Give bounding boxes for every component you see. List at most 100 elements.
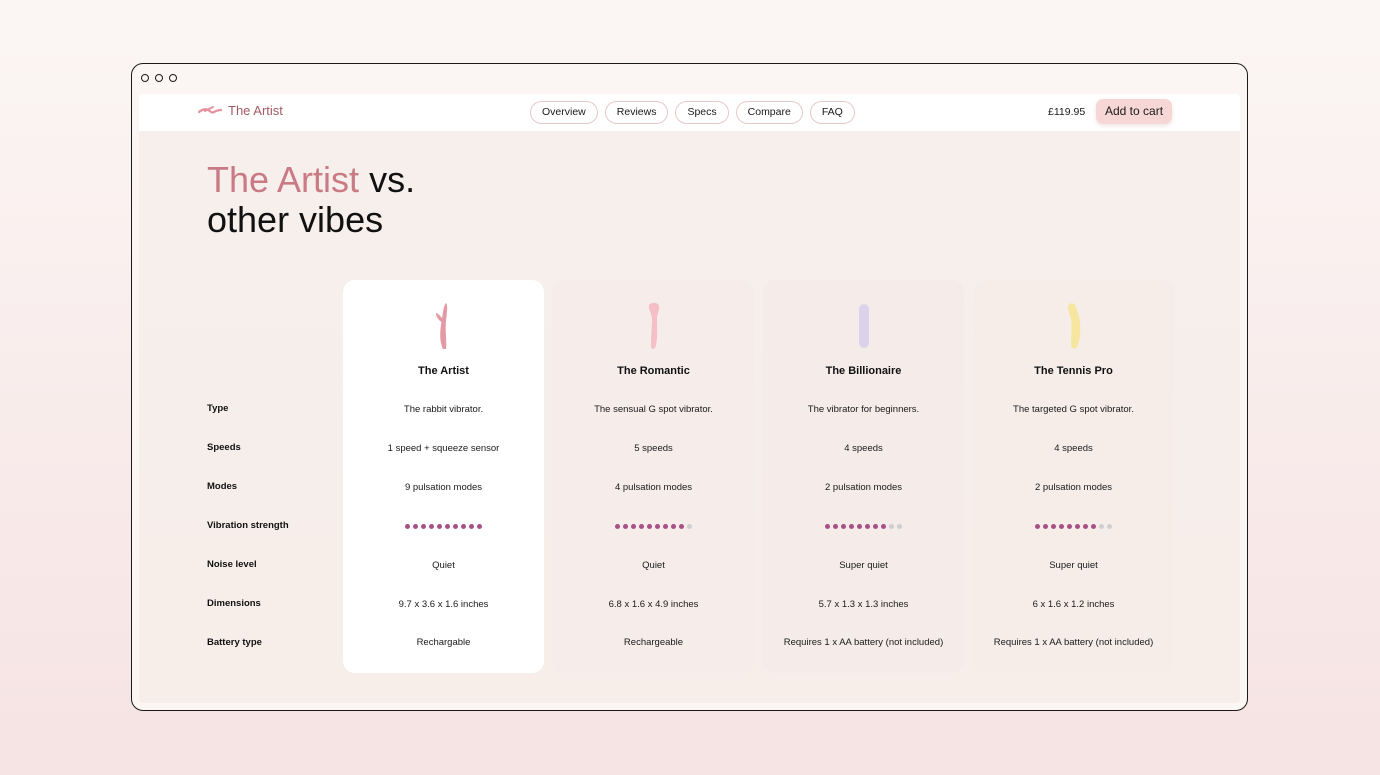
strength-dot-filled [1059, 524, 1064, 529]
cell-modes: 2 pulsation modes [1034, 482, 1113, 493]
cell-battery-type: Rechargeable [623, 637, 684, 648]
vibration-strength-meter [763, 524, 964, 529]
strength-dot-filled [461, 524, 466, 529]
cell-dimensions: 9.7 x 3.6 x 1.6 inches [398, 599, 489, 610]
tab-faq[interactable]: FAQ [809, 101, 855, 124]
strength-dot-filled [647, 524, 652, 529]
row-label-battery-type: Battery type [207, 637, 262, 648]
strength-dot-filled [445, 524, 450, 529]
strength-dot-filled [841, 524, 846, 529]
title-rest: vs. [359, 159, 416, 200]
strength-dot-filled [833, 524, 838, 529]
row-label-modes: Modes [207, 481, 238, 492]
strength-dot-filled [405, 524, 410, 529]
product-name-the-romantic: The Romantic [617, 365, 690, 377]
cell-modes: 4 pulsation modes [614, 482, 693, 493]
cell-type: The vibrator for beginners. [807, 404, 920, 415]
cell-noise-level: Quiet [642, 560, 665, 571]
strength-dot-empty [889, 524, 894, 529]
strength-dot-empty [1107, 524, 1112, 529]
strength-dot-filled [857, 524, 862, 529]
row-label-vibration-strength: Vibration strength [207, 520, 289, 531]
strength-dot-filled [477, 524, 482, 529]
strength-dot-filled [655, 524, 660, 529]
cell-type: The sensual G spot vibrator. [594, 404, 713, 415]
strength-dot-filled [1035, 524, 1040, 529]
add-to-cart-button[interactable]: Add to cart [1096, 99, 1173, 124]
strength-dot-filled [1043, 524, 1048, 529]
strength-dot-empty [687, 524, 692, 529]
strength-dot-filled [469, 524, 474, 529]
title-accent: The Artist [207, 159, 360, 200]
tab-overview[interactable]: Overview [530, 101, 598, 124]
top-navbar: The Artist Overview Reviews Specs Compar… [139, 94, 1240, 131]
strength-dot-filled [639, 524, 644, 529]
strength-dot-filled [663, 524, 668, 529]
tab-compare[interactable]: Compare [735, 101, 803, 124]
squiggle-logo-icon [198, 105, 222, 114]
cell-speeds: 1 speed + squeeze sensor [387, 443, 500, 454]
curved-vibrator-icon [1068, 303, 1081, 349]
bullet-vibrator-icon [859, 304, 869, 348]
title-line-2: other vibes [207, 199, 384, 240]
page-content: The Artist Overview Reviews Specs Compar… [139, 94, 1240, 703]
strength-dot-filled [679, 524, 684, 529]
cell-dimensions: 6.8 x 1.6 x 4.9 inches [608, 599, 699, 610]
price-label: £119.95 [1048, 106, 1086, 118]
strength-dot-filled [1091, 524, 1096, 529]
strength-dot-empty [897, 524, 902, 529]
product-name-the-billionaire: The Billionaire [825, 365, 902, 377]
cell-speeds: 5 speeds [634, 443, 673, 454]
section-tabs: Overview Reviews Specs Compare FAQ [530, 101, 855, 124]
row-label-speeds: Speeds [207, 442, 241, 453]
vibration-strength-meter [343, 524, 544, 529]
strength-dot-filled [881, 524, 886, 529]
strength-dot-filled [453, 524, 458, 529]
row-label-dimensions: Dimensions [207, 598, 261, 609]
strength-dot-filled [1075, 524, 1080, 529]
vibration-strength-meter [553, 524, 754, 529]
strength-dot-filled [437, 524, 442, 529]
cell-type: The targeted G spot vibrator. [1013, 404, 1134, 415]
vibration-strength-meter [973, 524, 1174, 529]
cell-noise-level: Quiet [432, 560, 455, 571]
strength-dot-filled [413, 524, 418, 529]
cell-noise-level: Super quiet [839, 560, 888, 571]
tab-reviews[interactable]: Reviews [604, 101, 669, 124]
strength-dot-filled [631, 524, 636, 529]
strength-dot-filled [825, 524, 830, 529]
page-title: The Artist vs. other vibes [207, 160, 415, 240]
strength-dot-filled [1083, 524, 1088, 529]
cell-speeds: 4 speeds [1054, 443, 1093, 454]
window-controls [141, 74, 177, 82]
tab-specs[interactable]: Specs [675, 101, 729, 124]
row-label-type: Type [207, 403, 229, 414]
cell-modes: 9 pulsation modes [404, 482, 483, 493]
cell-type: The rabbit vibrator. [403, 404, 484, 415]
cell-dimensions: 6 x 1.6 x 1.2 inches [1032, 599, 1115, 610]
strength-dot-empty [1099, 524, 1104, 529]
cell-noise-level: Super quiet [1049, 560, 1098, 571]
strength-dot-filled [615, 524, 620, 529]
cell-battery-type: Requires 1 x AA battery (not included) [993, 637, 1154, 648]
strength-dot-filled [849, 524, 854, 529]
row-label-noise-level: Noise level [207, 559, 257, 570]
rabbit-vibrator-icon [436, 303, 448, 349]
maximize-window-icon[interactable] [169, 74, 177, 82]
strength-dot-filled [873, 524, 878, 529]
g-spot-vibrator-icon [648, 302, 660, 349]
strength-dot-filled [1067, 524, 1072, 529]
browser-window: The Artist Overview Reviews Specs Compar… [131, 63, 1248, 711]
brand-link[interactable]: The Artist [198, 103, 283, 118]
product-name-the-artist: The Artist [418, 365, 469, 377]
cell-speeds: 4 speeds [844, 443, 883, 454]
brand-name: The Artist [228, 103, 283, 118]
cell-battery-type: Rechargable [416, 637, 471, 648]
close-window-icon[interactable] [141, 74, 149, 82]
strength-dot-filled [623, 524, 628, 529]
cell-dimensions: 5.7 x 1.3 x 1.3 inches [818, 599, 909, 610]
cell-battery-type: Requires 1 x AA battery (not included) [783, 637, 944, 648]
minimize-window-icon[interactable] [155, 74, 163, 82]
cell-modes: 2 pulsation modes [824, 482, 903, 493]
strength-dot-filled [421, 524, 426, 529]
